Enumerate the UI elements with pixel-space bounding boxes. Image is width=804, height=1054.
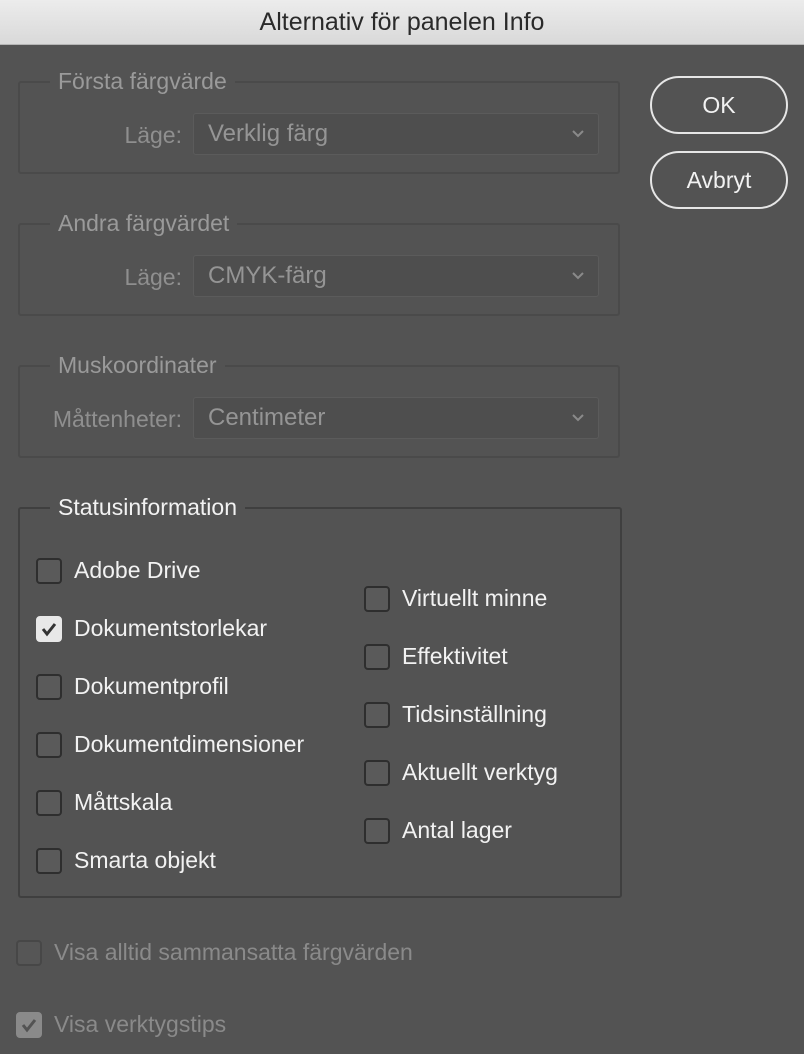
status-checkbox[interactable]: Smarta objekt bbox=[36, 847, 216, 874]
chevron-down-icon bbox=[572, 130, 584, 138]
status-checkbox[interactable]: Antal lager bbox=[364, 817, 512, 844]
first-color-legend: Första färgvärde bbox=[58, 68, 227, 94]
composite-colors-checkbox[interactable]: Visa alltid sammansatta färgvärden bbox=[16, 939, 413, 966]
status-checkbox[interactable]: Tidsinställning bbox=[364, 701, 547, 728]
status-checkbox-label: Måttskala bbox=[74, 789, 173, 815]
mouse-units-label: Måttenheter: bbox=[52, 406, 182, 432]
window-title: Alternativ för panelen Info bbox=[259, 7, 545, 36]
first-color-mode-value: Verklig färg bbox=[208, 120, 329, 147]
checkbox-box bbox=[16, 1011, 42, 1038]
status-checkbox-label: Effektivitet bbox=[402, 643, 508, 669]
status-checkbox[interactable]: Aktuellt verktyg bbox=[364, 759, 558, 786]
second-color-mode-label: Läge: bbox=[124, 264, 182, 290]
status-checkbox-label: Smarta objekt bbox=[74, 847, 216, 873]
status-checkbox-label: Dokumentprofil bbox=[74, 673, 229, 699]
checkbox-box bbox=[36, 673, 62, 700]
status-checkbox[interactable]: Effektivitet bbox=[364, 643, 508, 670]
second-color-mode-select[interactable]: CMYK-färg bbox=[193, 255, 599, 297]
checkbox-box bbox=[364, 643, 390, 670]
checkbox-box bbox=[36, 615, 62, 642]
mouse-coords-legend: Muskoordinater bbox=[58, 352, 217, 378]
chevron-down-icon bbox=[572, 414, 584, 422]
status-checkbox-label: Virtuellt minne bbox=[402, 585, 548, 611]
status-checkbox[interactable]: Dokumentprofil bbox=[36, 673, 229, 700]
checkbox-box bbox=[36, 557, 62, 584]
tooltips-checkbox[interactable]: Visa verktygstips bbox=[16, 1011, 226, 1038]
status-checkbox[interactable]: Virtuellt minne bbox=[364, 585, 547, 612]
status-checkbox[interactable]: Adobe Drive bbox=[36, 557, 201, 584]
second-color-legend: Andra färgvärdet bbox=[58, 210, 230, 236]
status-checkbox-label: Aktuellt verktyg bbox=[402, 759, 558, 785]
cancel-button[interactable]: Avbryt bbox=[650, 151, 788, 209]
window-titlebar: Alternativ för panelen Info bbox=[0, 0, 804, 45]
second-color-mode-value: CMYK-färg bbox=[208, 262, 327, 289]
mouse-units-select[interactable]: Centimeter bbox=[193, 397, 599, 439]
first-color-mode-select[interactable]: Verklig färg bbox=[193, 113, 599, 155]
status-checkbox[interactable]: Måttskala bbox=[36, 789, 172, 816]
checkbox-box bbox=[364, 585, 390, 612]
checkbox-box bbox=[36, 731, 62, 758]
status-info-legend: Statusinformation bbox=[58, 494, 237, 520]
status-checkbox[interactable]: Dokumentdimensioner bbox=[36, 731, 304, 758]
checkbox-box bbox=[16, 939, 42, 966]
checkmark-icon bbox=[21, 1018, 37, 1032]
tooltips-label: Visa verktygstips bbox=[54, 1011, 227, 1037]
first-color-mode-label: Läge: bbox=[124, 122, 182, 148]
status-checkbox[interactable]: Dokumentstorlekar bbox=[36, 615, 267, 642]
status-checkbox-label: Dokumentstorlekar bbox=[74, 615, 268, 641]
checkbox-box bbox=[364, 701, 390, 728]
status-checkbox-label: Dokumentdimensioner bbox=[74, 731, 305, 757]
chevron-down-icon bbox=[572, 272, 584, 280]
checkbox-box bbox=[364, 759, 390, 786]
status-checkbox-label: Tidsinställning bbox=[402, 701, 547, 727]
ok-button[interactable]: OK bbox=[650, 76, 788, 134]
status-checkbox-label: Adobe Drive bbox=[74, 557, 201, 583]
composite-colors-label: Visa alltid sammansatta färgvärden bbox=[54, 939, 413, 965]
checkmark-icon bbox=[41, 622, 57, 636]
checkbox-box bbox=[364, 817, 390, 844]
checkbox-box bbox=[36, 789, 62, 816]
status-checkbox-label: Antal lager bbox=[402, 817, 512, 843]
mouse-units-value: Centimeter bbox=[208, 404, 326, 431]
checkbox-box bbox=[36, 847, 62, 874]
